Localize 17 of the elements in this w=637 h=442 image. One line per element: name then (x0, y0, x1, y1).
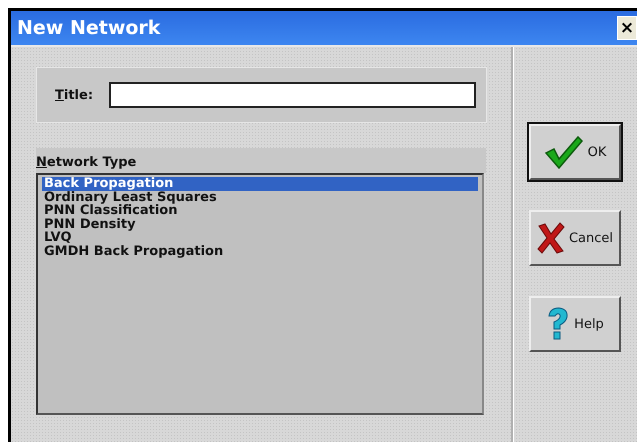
ok-button[interactable]: OK (529, 124, 621, 180)
question-icon (546, 307, 570, 341)
list-item[interactable]: Back Propagation (42, 177, 478, 190)
cross-icon (536, 222, 565, 254)
network-type-label: Network Type (36, 155, 136, 170)
window-title: New Network (16, 17, 160, 39)
title-input-field[interactable] (109, 82, 476, 108)
list-item[interactable]: LVQ (42, 231, 478, 244)
help-button[interactable]: Help (529, 296, 621, 352)
list-item[interactable]: Ordinary Least Squares (42, 190, 478, 204)
close-button[interactable]: × (617, 16, 637, 40)
checkmark-icon (544, 135, 584, 169)
list-item[interactable]: PNN Density (42, 218, 478, 231)
list-item[interactable]: GMDH Back Propagation (42, 244, 478, 258)
title-label: Title: (55, 88, 94, 102)
list-item[interactable]: PNN Classification (42, 204, 478, 218)
cancel-button[interactable]: Cancel (529, 210, 621, 266)
